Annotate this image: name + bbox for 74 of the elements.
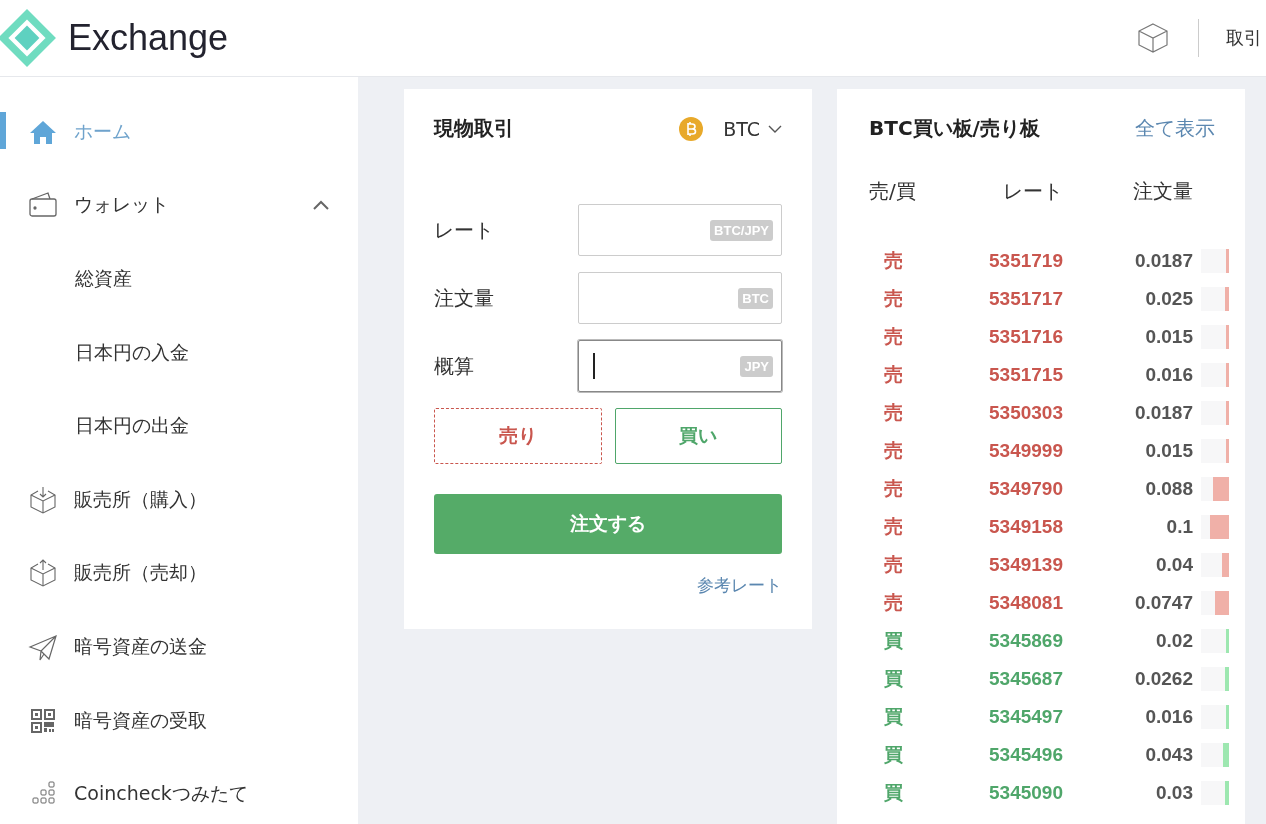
sell-button[interactable]: 売り — [434, 408, 602, 464]
column-header: レート — [1002, 178, 1063, 205]
side-cell-text: 買 — [882, 667, 904, 691]
side-cell-text: 売 — [882, 249, 904, 273]
amount-cell-text: 0.02 — [1155, 629, 1193, 653]
rate-cell-text: 5348081 — [988, 591, 1063, 615]
amount-cell-text: 0.015 — [1144, 325, 1193, 349]
amount-cell-text: 0.088 — [1144, 477, 1193, 501]
field-label: レート — [434, 216, 494, 244]
amount-cell-text: 0.016 — [1144, 705, 1193, 729]
column-header: 売/買 — [869, 178, 917, 205]
nav-link[interactable]: 取引 — [1226, 26, 1262, 50]
logo-text: Exchange — [68, 17, 229, 59]
side-cell-text: 売 — [882, 363, 904, 387]
rate-cell-text: 5345869 — [988, 629, 1063, 653]
column-header: 注文量 — [1132, 178, 1193, 205]
side-cell-text: 売 — [882, 553, 904, 577]
show-all-link[interactable]: 全て表示 — [1135, 115, 1215, 142]
side-cell-text: 買 — [882, 629, 904, 653]
rate-cell-text: 5349158 — [988, 515, 1063, 539]
side-cell-text: 売 — [882, 591, 904, 615]
sidebar-item[interactable]: Coincheckつみたて — [0, 757, 358, 824]
sidebar-item[interactable]: 暗号資産の受取 — [0, 683, 358, 758]
rate-cell-text: 5350303 — [988, 401, 1063, 425]
side-cell-text: 売 — [882, 515, 904, 539]
box-upload-icon — [28, 558, 58, 589]
amount-cell-text: 0.0187 — [1133, 401, 1193, 425]
rate-cell-text: 5349790 — [988, 477, 1063, 501]
rate-cell-text: 5351717 — [988, 287, 1063, 311]
amount-cell-text: 0.0187 — [1133, 249, 1193, 273]
card-title: BTC買い板/売り板 — [869, 115, 1040, 142]
rate-cell-text: 5345497 — [988, 705, 1063, 729]
rate-cell-text: 5351719 — [988, 249, 1063, 273]
amount-cell-text: 0.015 — [1144, 439, 1193, 463]
sidebar-item[interactable]: 総資産 — [0, 242, 358, 316]
side-cell-text: 買 — [882, 705, 904, 729]
amount-cell-text: 0.043 — [1144, 743, 1193, 767]
amount-cell-text: 0.1 — [1165, 515, 1193, 539]
side-cell-text: 買 — [882, 743, 904, 767]
amount-cell-text: 0.04 — [1155, 553, 1193, 577]
rate-cell-text: 5345496 — [988, 743, 1063, 767]
sidebar-item[interactable]: 日本円の入金 — [0, 315, 358, 390]
currency-dropdown[interactable]: BTC — [723, 117, 782, 140]
bitcoin-icon — [679, 116, 704, 141]
rate-cell-text: 5345687 — [988, 667, 1063, 691]
amount-cell-text: 0.0747 — [1133, 591, 1193, 615]
chevron-down-icon — [768, 124, 782, 133]
cube-icon[interactable] — [1136, 21, 1170, 55]
rate-cell-text: 5349139 — [988, 553, 1063, 577]
box-download-icon — [28, 484, 58, 515]
chevron-up-icon — [312, 199, 330, 212]
side-cell-text: 売 — [882, 287, 904, 311]
rate-cell-text: 5349999 — [988, 439, 1063, 463]
side-cell-text: 売 — [882, 401, 904, 425]
sidebar-item[interactable]: 日本円の出金 — [0, 389, 358, 463]
card-title: 現物取引 — [434, 115, 514, 142]
amount-cell-text: 0.0262 — [1133, 667, 1193, 691]
rate-cell-text: 5351716 — [988, 325, 1063, 349]
sidebar-item[interactable]: 販売所（売却） — [0, 536, 358, 611]
sidebar-item[interactable]: 暗号資産の送金 — [0, 610, 358, 684]
field-label: 注文量 — [434, 284, 494, 312]
amount-cell-text: 0.025 — [1144, 287, 1193, 311]
side-cell-text: 売 — [882, 477, 904, 501]
rate-cell-text: 5345090 — [988, 781, 1063, 805]
reference-rate-link[interactable]: 参考レート — [434, 574, 782, 597]
side-cell-text: 買 — [882, 781, 904, 805]
field-label: 概算 — [434, 352, 474, 380]
sidebar-item[interactable]: 販売所（購入） — [0, 462, 358, 537]
amount-cell-text: 0.03 — [1155, 781, 1193, 805]
side-cell-text: 売 — [882, 325, 904, 349]
amount-cell-text: 0.016 — [1144, 363, 1193, 387]
sidebar-item[interactable]: ウォレット — [0, 168, 358, 243]
rate-cell-text: 5351715 — [988, 363, 1063, 387]
side-cell-text: 売 — [882, 439, 904, 463]
